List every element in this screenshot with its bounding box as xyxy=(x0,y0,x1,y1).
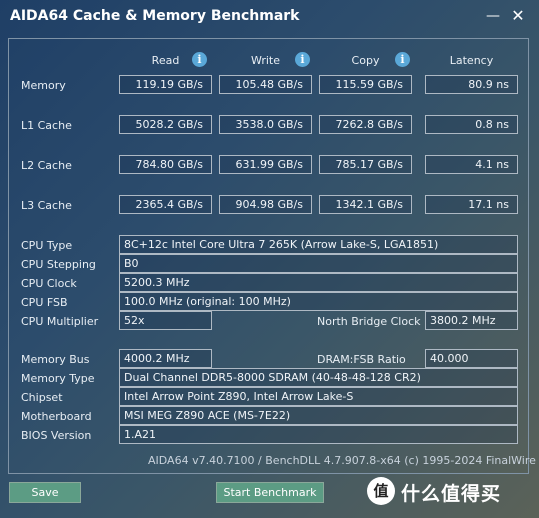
l2-latency-value: 4.1 ns xyxy=(425,155,518,174)
start-benchmark-button[interactable]: Start Benchmark xyxy=(216,482,324,503)
dram-fsb-ratio-label: DRAM:FSB Ratio xyxy=(317,353,406,366)
read-info-icon[interactable]: i xyxy=(192,52,207,67)
motherboard-label: Motherboard xyxy=(21,410,92,423)
l2-copy-value: 785.17 GB/s xyxy=(319,155,412,174)
memory-read-value: 119.19 GB/s xyxy=(119,75,212,94)
cpu-type-label: CPU Type xyxy=(21,239,73,252)
cpu-clock-label: CPU Clock xyxy=(21,277,77,290)
l2-cache-label: L2 Cache xyxy=(21,159,72,172)
latency-header: Latency xyxy=(449,54,494,67)
memory-write-value: 105.48 GB/s xyxy=(219,75,312,94)
memory-bus-label: Memory Bus xyxy=(21,353,90,366)
l2-write-value: 631.99 GB/s xyxy=(219,155,312,174)
cpu-stepping-value: B0 xyxy=(119,254,518,273)
l3-cache-label: L3 Cache xyxy=(21,199,72,212)
memory-label: Memory xyxy=(21,79,66,92)
cpu-clock-value: 5200.3 MHz xyxy=(119,273,518,292)
watermark: 值 什么值得买 xyxy=(367,477,533,507)
cpu-multiplier-label: CPU Multiplier xyxy=(21,315,99,328)
l1-cache-label: L1 Cache xyxy=(21,119,72,132)
window-title: AIDA64 Cache & Memory Benchmark xyxy=(10,8,300,24)
minimize-button[interactable]: — xyxy=(481,4,505,28)
l2-read-value: 784.80 GB/s xyxy=(119,155,212,174)
l3-copy-value: 1342.1 GB/s xyxy=(319,195,412,214)
north-bridge-clock-value: 3800.2 MHz xyxy=(425,311,518,330)
l3-write-value: 904.98 GB/s xyxy=(219,195,312,214)
bios-version-label: BIOS Version xyxy=(21,429,92,442)
chipset-label: Chipset xyxy=(21,391,63,404)
chipset-value: Intel Arrow Point Z890, Intel Arrow Lake… xyxy=(119,387,518,406)
motherboard-value: MSI MEG Z890 ACE (MS-7E22) xyxy=(119,406,518,425)
cpu-multiplier-value: 52x xyxy=(119,311,212,330)
l1-latency-value: 0.8 ns xyxy=(425,115,518,134)
copyright-footer: AIDA64 v7.40.7100 / BenchDLL 4.7.907.8-x… xyxy=(148,454,539,467)
copy-info-icon[interactable]: i xyxy=(395,52,410,67)
results-panel: Read i Write i Copy i Latency Memory 119… xyxy=(8,38,529,474)
save-button[interactable]: Save xyxy=(9,482,81,503)
title-bar: AIDA64 Cache & Memory Benchmark — ✕ xyxy=(0,0,539,33)
cpu-fsb-value: 100.0 MHz (original: 100 MHz) xyxy=(119,292,518,311)
l1-write-value: 3538.0 GB/s xyxy=(219,115,312,134)
watermark-text: 什么值得买 xyxy=(401,483,502,505)
memory-type-label: Memory Type xyxy=(21,372,95,385)
memory-type-value: Dual Channel DDR5-8000 SDRAM (40-48-48-1… xyxy=(119,368,518,387)
memory-bus-value: 4000.2 MHz xyxy=(119,349,212,368)
watermark-logo-icon: 值 xyxy=(367,477,395,505)
close-button[interactable]: ✕ xyxy=(506,4,530,28)
memory-copy-value: 115.59 GB/s xyxy=(319,75,412,94)
l1-copy-value: 7262.8 GB/s xyxy=(319,115,412,134)
dram-fsb-ratio-value: 40.000 xyxy=(425,349,518,368)
cpu-type-value: 8C+12c Intel Core Ultra 7 265K (Arrow La… xyxy=(119,235,518,254)
l3-read-value: 2365.4 GB/s xyxy=(119,195,212,214)
l1-read-value: 5028.2 GB/s xyxy=(119,115,212,134)
cpu-stepping-label: CPU Stepping xyxy=(21,258,96,271)
north-bridge-clock-label: North Bridge Clock xyxy=(317,315,421,328)
memory-latency-value: 80.9 ns xyxy=(425,75,518,94)
cpu-fsb-label: CPU FSB xyxy=(21,296,68,309)
l3-latency-value: 17.1 ns xyxy=(425,195,518,214)
benchmark-window: AIDA64 Cache & Memory Benchmark — ✕ Read… xyxy=(0,0,539,518)
write-info-icon[interactable]: i xyxy=(295,52,310,67)
bios-version-value: 1.A21 xyxy=(119,425,518,444)
